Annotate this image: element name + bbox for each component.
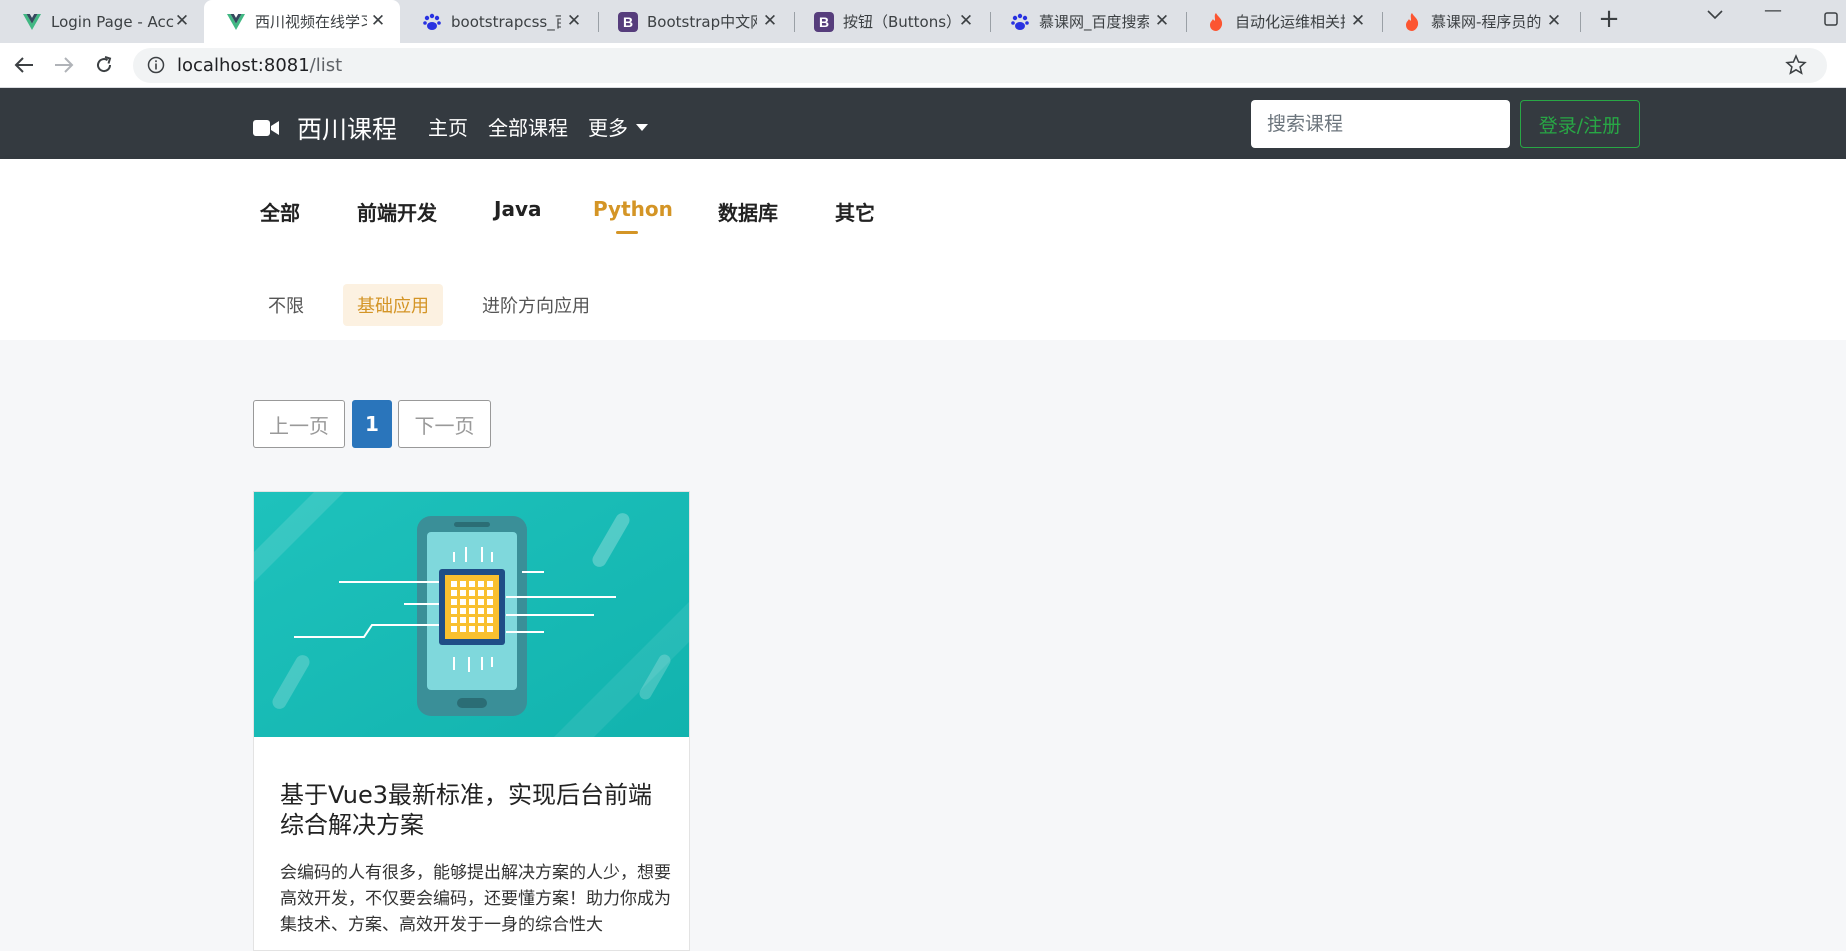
browser-toolbar: localhost:8081/list [0, 43, 1846, 88]
category-tab-java[interactable]: Java [494, 197, 541, 221]
subcategory-advanced[interactable]: 进阶方向应用 [482, 292, 590, 318]
close-icon[interactable]: ✕ [368, 11, 388, 31]
category-bar: 全部 前端开发 Java Python 数据库 其它 [0, 159, 1846, 254]
close-icon[interactable]: ✕ [956, 11, 976, 31]
url-host: localhost:8081 [177, 55, 310, 76]
brand[interactable]: 西川课程 [253, 110, 397, 146]
nav-more-label: 更多 [588, 116, 628, 140]
tab-divider [794, 12, 795, 32]
bootstrap-icon: B [618, 11, 638, 32]
info-icon[interactable] [147, 56, 165, 79]
svg-text:B: B [819, 14, 829, 30]
category-tab-frontend[interactable]: 前端开发 [357, 197, 437, 226]
caret-down-icon [636, 124, 648, 131]
video-camera-icon [253, 114, 279, 143]
browser-tab-4[interactable]: B Bootstrap中文网 ✕ [596, 0, 792, 43]
tab-title: Login Page - Acc [51, 12, 174, 31]
site-navbar: 西川课程 主页 全部课程 更多 登录/注册 [0, 88, 1846, 159]
course-thumbnail [254, 492, 689, 737]
category-tab-all[interactable]: 全部 [260, 197, 300, 226]
vue-icon [22, 12, 42, 32]
tab-title: 慕课网_百度搜索 [1039, 13, 1149, 31]
baidu-icon [422, 12, 442, 32]
browser-tab-5[interactable]: B 按钮（Buttons） ✕ [792, 0, 988, 43]
next-page-button[interactable]: 下一页 [398, 400, 491, 448]
category-tab-python[interactable]: Python [593, 197, 673, 221]
nav-all-courses-link[interactable]: 全部课程 [488, 112, 568, 141]
forward-arrow-icon[interactable] [50, 51, 78, 79]
tab-title: 自动化运维相关技 [1235, 13, 1345, 31]
tab-divider [1580, 12, 1581, 32]
tab-search-chevron-icon[interactable] [1700, 4, 1730, 25]
new-tab-icon[interactable]: + [1594, 4, 1624, 34]
minimize-icon[interactable]: — [1758, 0, 1788, 21]
close-icon[interactable]: ✕ [1152, 11, 1172, 31]
csdn-flame-icon [1402, 12, 1422, 32]
address-bar[interactable]: localhost:8081/list [133, 48, 1827, 83]
brand-name: 西川课程 [297, 115, 398, 144]
active-category-indicator [616, 231, 638, 234]
close-icon[interactable]: ✕ [172, 11, 192, 31]
close-icon[interactable]: ✕ [564, 11, 584, 31]
subcategory-bar: 不限 基础应用 进阶方向应用 [0, 254, 1846, 340]
close-icon[interactable]: ✕ [1348, 11, 1368, 31]
close-icon[interactable]: ✕ [1544, 11, 1564, 31]
browser-tab-7[interactable]: 自动化运维相关技 ✕ [1184, 0, 1380, 43]
nav-more-dropdown[interactable]: 更多 [588, 112, 648, 141]
browser-tab-1[interactable]: Login Page - Acc ✕ [0, 0, 204, 43]
svg-text:B: B [623, 14, 633, 30]
tab-divider [598, 12, 599, 32]
tab-divider [1186, 12, 1187, 32]
prev-page-button[interactable]: 上一页 [253, 400, 345, 448]
login-register-button[interactable]: 登录/注册 [1520, 100, 1640, 148]
page-1-button[interactable]: 1 [352, 400, 392, 448]
tab-divider [990, 12, 991, 32]
subcategory-basic[interactable]: 基础应用 [343, 284, 443, 326]
course-card[interactable]: 基于Vue3最新标准，实现后台前端综合解决方案 会编码的人有很多，能够提出解决方… [253, 491, 690, 951]
course-description: 会编码的人有很多，能够提出解决方案的人少，想要高效开发，不仅要会编码，还要懂方案… [280, 863, 671, 935]
category-tab-database[interactable]: 数据库 [718, 197, 778, 226]
course-title[interactable]: 基于Vue3最新标准，实现后台前端综合解决方案 [280, 780, 675, 840]
vue-icon [226, 12, 246, 32]
tab-divider [1382, 12, 1383, 32]
bootstrap-icon: B [814, 11, 834, 32]
browser-tab-6[interactable]: 慕课网_百度搜索 ✕ [988, 0, 1184, 43]
browser-tab-2[interactable]: 西川视频在线学习 ✕ [204, 0, 400, 43]
csdn-flame-icon [1206, 12, 1226, 32]
browser-tab-8[interactable]: 慕课网-程序员的梦 ✕ [1380, 0, 1576, 43]
browser-tab-strip: Login Page - Acc ✕ 西川视频在线学习 ✕ bootstrapc… [0, 0, 1846, 43]
tab-title: 西川视频在线学习 [255, 13, 367, 31]
url-path: /list [309, 55, 343, 76]
search-input[interactable] [1251, 100, 1510, 148]
tab-title: 慕课网-程序员的梦 [1431, 13, 1541, 31]
tab-title: bootstrapcss_百 [451, 13, 561, 31]
category-tab-other[interactable]: 其它 [835, 197, 875, 226]
baidu-icon [1010, 12, 1030, 32]
back-arrow-icon[interactable] [10, 51, 38, 79]
tab-title: 按钮（Buttons） [843, 13, 953, 31]
subcategory-unlimited[interactable]: 不限 [268, 292, 304, 318]
close-icon[interactable]: ✕ [760, 11, 780, 31]
reload-icon[interactable] [90, 51, 118, 79]
maximize-icon[interactable] [1816, 10, 1846, 31]
browser-tab-3[interactable]: bootstrapcss_百 ✕ [400, 0, 596, 43]
tab-title: Bootstrap中文网 [647, 13, 757, 31]
bookmark-star-icon[interactable] [1785, 54, 1807, 81]
nav-home-link[interactable]: 主页 [428, 112, 468, 141]
